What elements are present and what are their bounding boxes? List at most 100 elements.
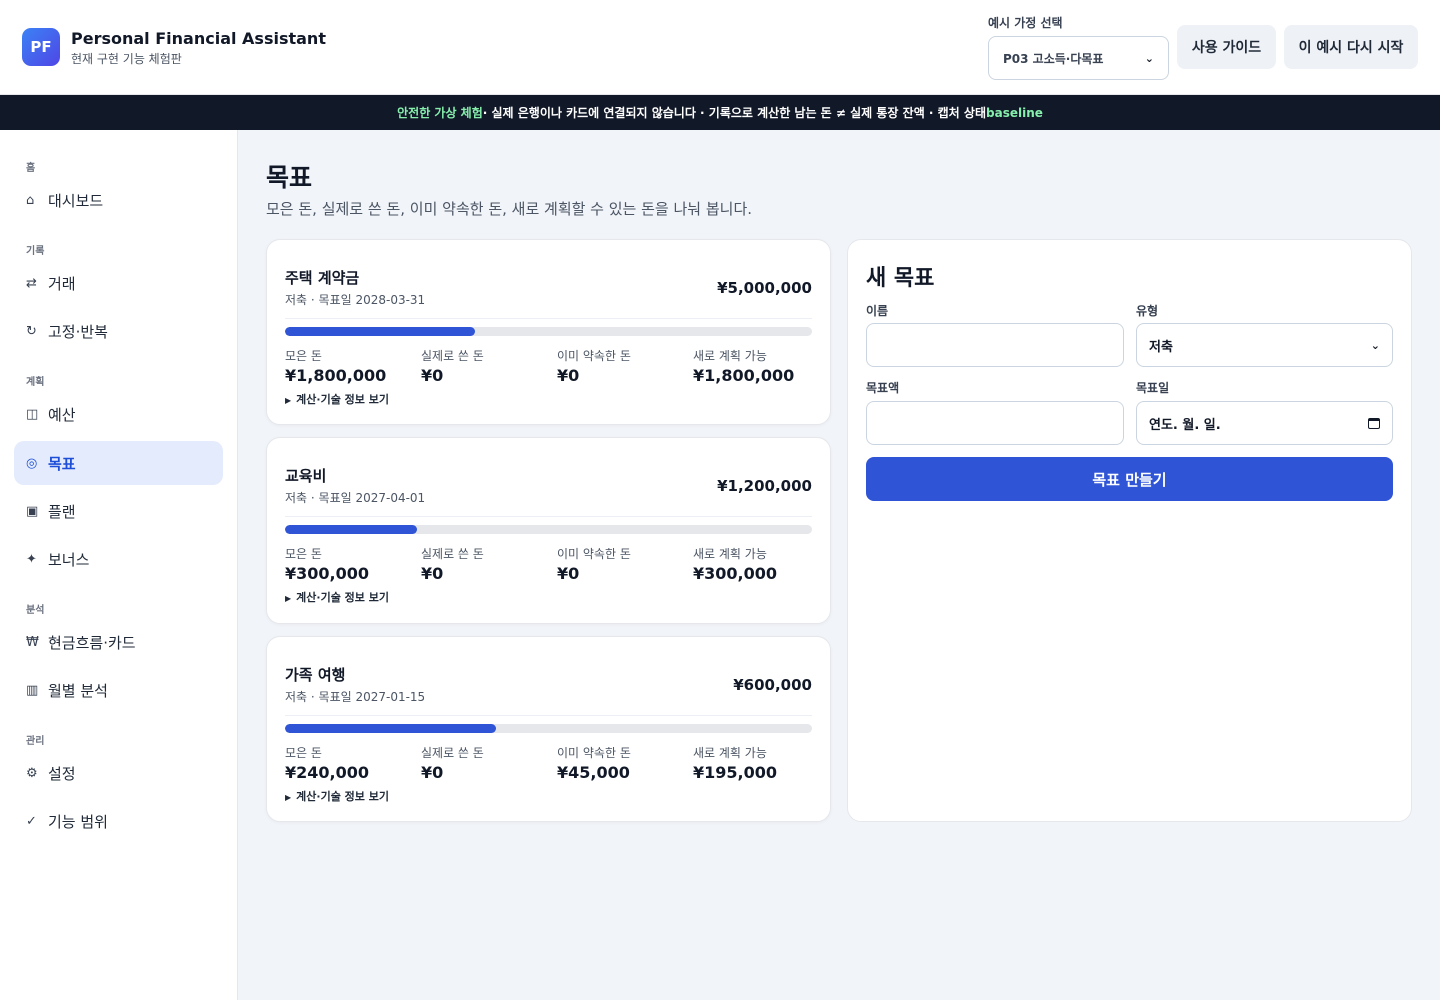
- stat-available: 새로 계획 가능 ¥195,000: [693, 744, 777, 782]
- stat-value: ¥0: [557, 564, 580, 583]
- goal-name: 가족 여행: [285, 666, 346, 684]
- form-title: 새 목표: [866, 266, 935, 291]
- sidebar-item-label: 보너스: [48, 550, 90, 569]
- sidebar-item-feature-scope[interactable]: ✓ 기능 범위: [14, 799, 223, 843]
- guide-button[interactable]: 사용 가이드: [1177, 25, 1276, 69]
- calendar-icon[interactable]: [1368, 417, 1380, 429]
- sidebar-item-bonus[interactable]: ✦ 보너스: [14, 537, 223, 581]
- scenario-select-label: 예시 가정 선택: [988, 16, 1063, 30]
- chevron-down-icon: ⌄: [1144, 51, 1154, 65]
- sidebar-item-label: 거래: [48, 274, 76, 293]
- amount-field-label: 목표액: [866, 381, 900, 395]
- goal-progress-bar: [285, 327, 812, 336]
- sidebar-item-label: 현금흐름·카드: [48, 633, 136, 652]
- sidebar-item-label: 대시보드: [48, 191, 104, 210]
- sidebar-item-label: 기능 범위: [48, 812, 108, 831]
- sidebar: 홈 ⌂ 대시보드 기록 ⇄ 거래 ↻ 고정·반복 계획 ◫ 예산 ◎ 목표 ▣ …: [0, 130, 238, 1000]
- create-goal-button[interactable]: 목표 만들기: [866, 457, 1393, 501]
- sidebar-item-label: 예산: [48, 405, 76, 424]
- triangle-right-icon: ▶: [285, 396, 292, 405]
- target-date-input[interactable]: 연도. 월. 일.: [1136, 401, 1393, 445]
- stat-label: 모은 돈: [285, 349, 322, 363]
- goal-card: 주택 계약금 저축 · 목표일 2028-03-31 ¥5,000,000 모은…: [266, 239, 831, 425]
- stat-label: 실제로 쓴 돈: [421, 746, 484, 760]
- goal-progress-bar: [285, 525, 812, 534]
- stat-label: 이미 약속한 돈: [557, 349, 631, 363]
- page-description: 모은 돈, 실제로 쓴 돈, 이미 약속한 돈, 새로 계획할 수 있는 돈을 …: [266, 200, 753, 218]
- details-toggle[interactable]: ▶ 계산·기술 정보 보기: [285, 589, 389, 605]
- name-input[interactable]: [866, 323, 1124, 367]
- app-header: PF Personal Financial Assistant 현재 구현 기능…: [0, 0, 1440, 95]
- sidebar-item-recurring[interactable]: ↻ 고정·반복: [14, 309, 223, 353]
- details-toggle[interactable]: ▶ 계산·기술 정보 보기: [285, 391, 389, 407]
- sidebar-section-home: 홈: [26, 163, 36, 174]
- restart-example-button[interactable]: 이 예시 다시 시작: [1284, 25, 1418, 69]
- goal-target-amount: ¥600,000: [733, 676, 812, 694]
- sidebar-item-plan[interactable]: ▣ 플랜: [14, 489, 223, 533]
- sidebar-item-label: 목표: [48, 454, 76, 473]
- stat-available: 새로 계획 가능 ¥300,000: [693, 545, 777, 583]
- stat-value: ¥45,000: [557, 763, 630, 782]
- chevron-down-icon: ⌄: [1370, 338, 1380, 352]
- sidebar-section-records: 기록: [26, 246, 45, 257]
- target-icon: ◎: [26, 455, 38, 471]
- stat-value: ¥0: [421, 366, 444, 385]
- stat-label: 모은 돈: [285, 547, 322, 561]
- goal-target-amount: ¥1,200,000: [717, 477, 812, 495]
- sidebar-item-budget[interactable]: ◫ 예산: [14, 392, 223, 436]
- goal-meta: 저축 · 목표일 2028-03-31: [285, 293, 426, 307]
- details-toggle-label: 계산·기술 정보 보기: [296, 790, 389, 803]
- sidebar-item-dashboard[interactable]: ⌂ 대시보드: [14, 178, 223, 222]
- details-toggle-label: 계산·기술 정보 보기: [296, 393, 389, 406]
- stat-saved: 모은 돈 ¥1,800,000: [285, 347, 386, 385]
- sidebar-item-monthly-analysis[interactable]: ▥ 월별 분석: [14, 668, 223, 712]
- stat-saved: 모은 돈 ¥240,000: [285, 744, 369, 782]
- stat-value: ¥0: [557, 366, 580, 385]
- stat-spent: 실제로 쓴 돈 ¥0: [421, 744, 484, 782]
- stat-value: ¥300,000: [285, 564, 370, 583]
- repeat-icon: ↻: [26, 323, 37, 339]
- banner-capture-state: baseline: [986, 105, 1043, 120]
- details-toggle[interactable]: ▶ 계산·기술 정보 보기: [285, 788, 389, 804]
- type-select[interactable]: 저축 ⌄: [1136, 323, 1393, 367]
- goal-name: 주택 계약금: [285, 269, 360, 287]
- divider: [285, 516, 812, 517]
- goal-progress-fill: [285, 724, 496, 733]
- scenario-select-value: P03 고소득·다목표: [1003, 51, 1104, 66]
- goal-meta: 저축 · 목표일 2027-04-01: [285, 491, 426, 505]
- stat-committed: 이미 약속한 돈 ¥45,000: [557, 744, 631, 782]
- app-title: Personal Financial Assistant: [71, 29, 326, 48]
- target-amount-input[interactable]: [866, 401, 1124, 445]
- stat-available: 새로 계획 가능 ¥1,800,000: [693, 347, 794, 385]
- sidebar-section-planning: 계획: [26, 377, 45, 388]
- stat-committed: 이미 약속한 돈 ¥0: [557, 545, 631, 583]
- sidebar-item-label: 고정·반복: [48, 322, 108, 341]
- stat-spent: 실제로 쓴 돈 ¥0: [421, 545, 484, 583]
- goal-card: 교육비 저축 · 목표일 2027-04-01 ¥1,200,000 모은 돈 ¥…: [266, 437, 831, 624]
- sidebar-item-cashflow-cards[interactable]: ₩ 현금흐름·카드: [14, 620, 223, 664]
- swap-icon: ⇄: [26, 275, 37, 291]
- sidebar-item-transactions[interactable]: ⇄ 거래: [14, 261, 223, 305]
- new-goal-form: 새 목표 이름 유형 저축 ⌄ 목표액 목표일 연도. 월. 일. 목표 만들기: [847, 239, 1412, 822]
- stat-label: 실제로 쓴 돈: [421, 349, 484, 363]
- details-toggle-label: 계산·기술 정보 보기: [296, 591, 389, 604]
- sidebar-item-goals[interactable]: ◎ 목표: [14, 441, 223, 485]
- stat-value: ¥240,000: [285, 763, 370, 782]
- stat-label: 이미 약속한 돈: [557, 746, 631, 760]
- stat-label: 새로 계획 가능: [693, 349, 767, 363]
- stat-label: 실제로 쓴 돈: [421, 547, 484, 561]
- sidebar-item-settings[interactable]: ⚙ 설정: [14, 751, 223, 795]
- target-date-placeholder: 연도. 월. 일.: [1149, 417, 1221, 433]
- stat-value: ¥195,000: [693, 763, 778, 782]
- scenario-select[interactable]: P03 고소득·다목표 ⌄: [988, 36, 1169, 80]
- stat-saved: 모은 돈 ¥300,000: [285, 545, 369, 583]
- type-select-value: 저축: [1149, 339, 1173, 355]
- bar-chart-icon: ▥: [26, 682, 39, 698]
- sidebar-item-label: 월별 분석: [48, 681, 108, 700]
- goal-progress-fill: [285, 327, 475, 336]
- app-logo: PF: [22, 28, 60, 66]
- goal-card: 가족 여행 저축 · 목표일 2027-01-15 ¥600,000 모은 돈 ¥…: [266, 636, 831, 822]
- divider: [285, 318, 812, 319]
- safety-banner: 안전한 가상 체험 · 실제 은행이나 카드에 연결되지 않습니다 · 기록으로…: [0, 95, 1440, 130]
- type-field-label: 유형: [1136, 304, 1159, 318]
